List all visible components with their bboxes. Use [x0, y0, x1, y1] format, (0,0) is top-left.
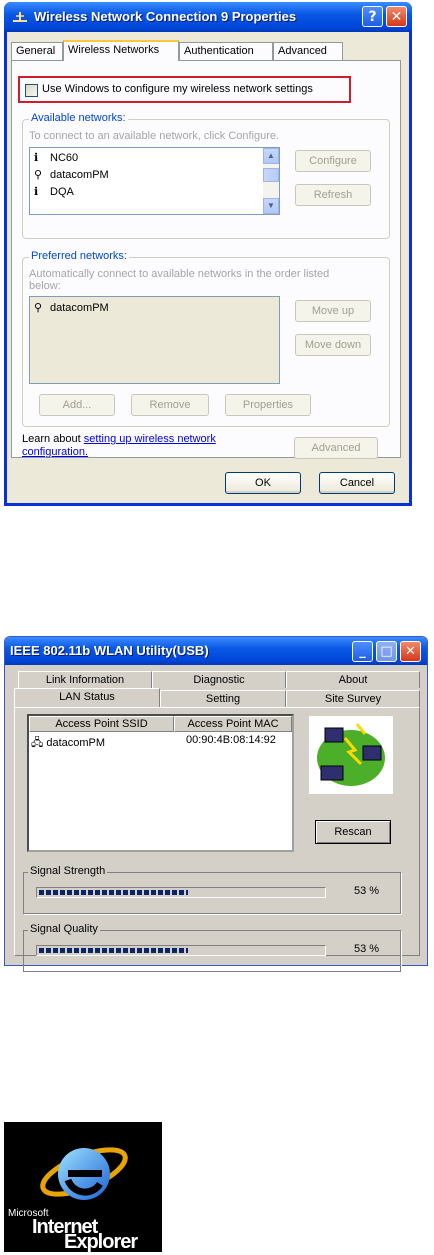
available-networks-title: Available networks: [29, 112, 128, 124]
setup-wireless-link[interactable]: setting up wireless network [84, 433, 216, 445]
network-name: datacomPM [50, 169, 109, 181]
tab-site-survey[interactable]: Site Survey [286, 690, 420, 707]
window-title: Wireless Network Connection 9 Properties [34, 9, 297, 24]
tab-general[interactable]: General [11, 42, 63, 60]
configure-button[interactable]: Configure [295, 150, 371, 172]
signal-strength-label: Signal Strength [28, 865, 108, 877]
tab-wireless-networks[interactable]: Wireless Networks [63, 40, 179, 61]
signal-strength-fill [39, 890, 188, 895]
tab-about[interactable]: About [286, 671, 420, 688]
window-title: IEEE 802.11b WLAN Utility(USB) [10, 643, 209, 658]
network-illustration-icon [309, 716, 393, 794]
access-point-icon: 🖧 [31, 737, 44, 749]
access-point-list[interactable]: Access Point SSID Access Point MAC 🖧 dat… [27, 714, 294, 852]
tab-lan-status[interactable]: LAN Status [14, 688, 160, 707]
scroll-up-icon[interactable]: ▲ [263, 148, 279, 164]
ok-button[interactable]: OK [225, 472, 301, 494]
title-bar[interactable]: Wireless Network Connection 9 Properties… [4, 2, 412, 32]
rescan-button[interactable]: Rescan [315, 820, 391, 844]
signal-quality-value: 53 % [354, 943, 380, 955]
signal-quality-bar [36, 945, 326, 956]
list-item[interactable]: ⚲ datacomPM [34, 168, 109, 181]
title-bar[interactable]: IEEE 802.11b WLAN Utility(USB) _ □ ✕ [5, 637, 427, 665]
network-name: datacomPM [50, 302, 109, 314]
close-button[interactable]: ✕ [386, 6, 407, 27]
wireless-properties-window: Wireless Network Connection 9 Properties… [4, 2, 412, 506]
list-item[interactable]: ⚲ datacomPM [34, 301, 109, 314]
scroll-thumb[interactable] [263, 168, 279, 182]
ap-icon: ⚲ [34, 169, 43, 181]
column-ssid-header[interactable]: Access Point SSID [29, 716, 174, 732]
signal-strength-group: Signal Strength 53 % [23, 865, 401, 914]
minimize-icon[interactable]: _ [352, 641, 373, 662]
learn-about-text: Learn about setting up wireless network … [22, 433, 262, 459]
table-row[interactable]: 🖧 datacomPM [31, 734, 105, 753]
use-windows-checkbox[interactable] [25, 84, 38, 97]
network-name: NC60 [50, 152, 79, 164]
help-button[interactable]: ? [362, 6, 383, 27]
available-networks-list[interactable]: ℹ NC60 ⚲ datacomPM ℹ DQA ▲ ▼ [29, 147, 280, 215]
preferred-networks-hint-line2: below: [29, 280, 61, 292]
network-connection-icon [13, 12, 27, 22]
ie-logo-explorer: Explorer [64, 1231, 138, 1252]
close-icon[interactable]: ✕ [400, 641, 421, 662]
ap-icon: ⚲ [34, 302, 43, 314]
available-scrollbar[interactable]: ▲ ▼ [263, 148, 279, 214]
wireless-networks-panel: Use Windows to configure my wireless net… [11, 60, 401, 459]
preferred-networks-title: Preferred networks: [29, 250, 129, 262]
ie-e-icon [40, 1147, 128, 1200]
antenna-icon: ℹ [34, 186, 39, 198]
network-name: DQA [50, 186, 74, 198]
list-item[interactable]: ℹ DQA [34, 185, 74, 198]
column-mac-header[interactable]: Access Point MAC [174, 716, 292, 732]
available-networks-group: Available networks: To connect to an ava… [22, 112, 390, 239]
scroll-down-icon[interactable]: ▼ [263, 198, 279, 214]
preferred-networks-group: Preferred networks: Automatically connec… [22, 250, 390, 427]
available-networks-hint: To connect to an available network, clic… [29, 130, 280, 142]
move-down-button[interactable]: Move down [295, 334, 371, 356]
learn-about-prefix: Learn about [22, 433, 84, 445]
internet-explorer-logo: Microsoft Internet Explorer [4, 1122, 162, 1252]
signal-strength-value: 53 % [354, 885, 380, 897]
ap-mac: 00:90:4B:08:14:92 [186, 734, 276, 746]
add-button[interactable]: Add... [39, 394, 115, 416]
tab-setting[interactable]: Setting [160, 690, 286, 707]
signal-quality-fill [39, 948, 188, 953]
lan-status-panel: Access Point SSID Access Point MAC 🖧 dat… [14, 707, 420, 972]
tab-authentication[interactable]: Authentication [179, 42, 273, 60]
use-windows-checkbox-label[interactable]: Use Windows to configure my wireless net… [42, 83, 313, 95]
use-windows-highlight: Use Windows to configure my wireless net… [18, 76, 351, 103]
tab-diagnostic[interactable]: Diagnostic [152, 671, 286, 688]
advanced-button[interactable]: Advanced [294, 437, 378, 459]
maximize-icon[interactable]: □ [376, 641, 397, 662]
signal-quality-label: Signal Quality [28, 923, 100, 935]
remove-button[interactable]: Remove [131, 394, 209, 416]
tab-advanced[interactable]: Advanced [273, 42, 343, 60]
list-item[interactable]: ℹ NC60 [34, 151, 78, 164]
antenna-icon: ℹ [34, 152, 39, 164]
wlan-utility-window: IEEE 802.11b WLAN Utility(USB) _ □ ✕ Lin… [4, 636, 428, 972]
tab-link-information[interactable]: Link Information [18, 671, 152, 688]
utility-body: Link Information Diagnostic About LAN St… [8, 665, 424, 972]
move-up-button[interactable]: Move up [295, 300, 371, 322]
refresh-button[interactable]: Refresh [295, 184, 371, 206]
ap-ssid: datacomPM [46, 737, 106, 749]
properties-button[interactable]: Properties [225, 394, 311, 416]
signal-strength-bar [36, 887, 326, 898]
cancel-button[interactable]: Cancel [319, 472, 395, 494]
preferred-networks-hint: Automatically connect to available netwo… [29, 268, 330, 280]
signal-quality-group: Signal Quality 53 % [23, 923, 401, 972]
setup-wireless-link-line2[interactable]: configuration. [22, 446, 88, 458]
dialog-body: General Wireless Networks Authentication… [7, 32, 409, 503]
preferred-networks-list[interactable]: ⚲ datacomPM [29, 296, 280, 384]
